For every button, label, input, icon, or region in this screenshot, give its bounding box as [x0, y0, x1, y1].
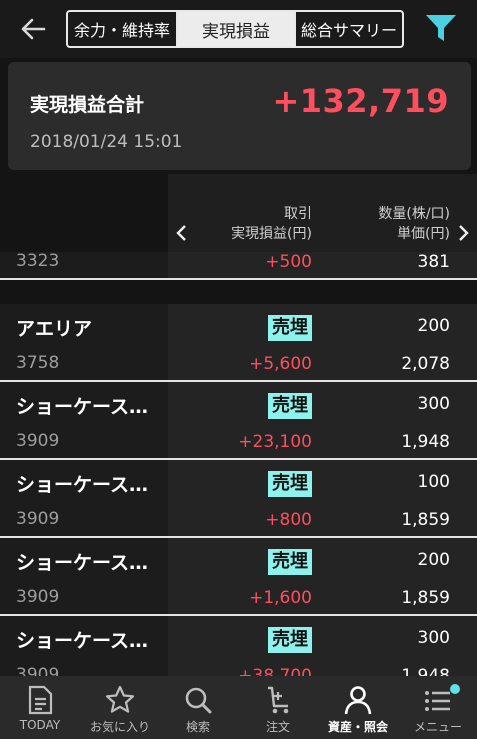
- unit-price: 1,948: [401, 666, 450, 676]
- summary-timestamp: 2018/01/24 15:01: [30, 132, 183, 152]
- realized-pl: +23,100: [238, 432, 312, 452]
- table-row[interactable]: 3323 +500 381: [0, 252, 477, 280]
- chevron-right-icon[interactable]: [455, 224, 471, 242]
- quantity: 100: [417, 472, 450, 492]
- table-row[interactable]: ショーケース… 3909 売埋 300 +38,700 1,948: [0, 616, 477, 676]
- nav-menu[interactable]: メニュー: [398, 676, 477, 739]
- unit-price: 2,078: [401, 354, 450, 374]
- realized-pl: +800: [265, 510, 312, 530]
- transaction-list: 3323 +500 381 アエリア 3758 売埋 200 +5,600 2,…: [0, 252, 477, 676]
- tab-margin-status[interactable]: 余力・維持率: [68, 12, 178, 46]
- nav-order[interactable]: 注文: [238, 676, 318, 739]
- cart-icon: [268, 686, 289, 714]
- nav-today[interactable]: TODAY: [0, 676, 80, 739]
- quantity: 300: [417, 394, 450, 414]
- summary-total-value: +132,719: [272, 82, 449, 120]
- column-header-qty-price: 数量(株/口) 単価(円): [378, 206, 450, 242]
- quantity: 300: [417, 628, 450, 648]
- nav-favorites[interactable]: お気に入り: [80, 676, 160, 739]
- realized-pl: +5,600: [249, 354, 312, 374]
- stock-code: 3909: [16, 509, 60, 529]
- filter-icon[interactable]: [424, 12, 458, 44]
- stock-name: ショーケース…: [16, 630, 149, 652]
- stock-code: 3909: [16, 665, 60, 676]
- table-row[interactable]: ショーケース… 3909 売埋 100 +800 1,859: [0, 460, 477, 538]
- quantity: 200: [417, 550, 450, 570]
- back-arrow-icon[interactable]: [18, 14, 48, 44]
- segment-control: 余力・維持率 実現損益 総合サマリー: [66, 10, 404, 48]
- stock-name: アエリア: [16, 318, 93, 340]
- top-bar: 余力・維持率 実現損益 総合サマリー: [0, 0, 477, 58]
- realized-pl-summary-card: 実現損益合計 +132,719 2018/01/24 15:01: [8, 62, 471, 170]
- tab-realized-pl[interactable]: 実現損益: [178, 12, 294, 46]
- star-icon: [105, 685, 135, 713]
- realized-pl: +500: [265, 252, 312, 272]
- stock-name: ショーケース…: [16, 552, 149, 574]
- quantity: 200: [417, 316, 450, 336]
- table-row[interactable]: アエリア 3758 売埋 200 +5,600 2,078: [0, 304, 477, 382]
- document-icon: [28, 685, 53, 715]
- trade-type-badge: 売埋: [268, 471, 312, 497]
- nav-assets[interactable]: 資産・照会: [318, 676, 398, 739]
- stock-code: 3909: [16, 587, 60, 607]
- stock-code: 3909: [16, 431, 60, 451]
- stock-code: 3323: [16, 252, 60, 271]
- trade-type-badge: 売埋: [268, 393, 312, 419]
- search-icon: [185, 687, 212, 714]
- stock-code: 3758: [16, 353, 60, 373]
- realized-pl: +1,600: [249, 588, 312, 608]
- chevron-left-icon[interactable]: [174, 224, 190, 242]
- person-icon: [344, 686, 372, 715]
- tab-summary[interactable]: 総合サマリー: [294, 12, 402, 46]
- unit-price: 381: [417, 252, 450, 272]
- trade-type-badge: 売埋: [268, 627, 312, 653]
- stock-name: ショーケース…: [16, 474, 149, 496]
- realized-pl: +38,700: [238, 666, 312, 676]
- unit-price: 1,859: [401, 510, 450, 530]
- notification-dot: [450, 684, 460, 694]
- trade-type-badge: 売埋: [268, 315, 312, 341]
- unit-price: 1,859: [401, 588, 450, 608]
- bottom-navigation: TODAY お気に入り 検索 注文 資産・照会 メニュー: [0, 676, 477, 739]
- unit-price: 1,948: [401, 432, 450, 452]
- nav-search[interactable]: 検索: [158, 676, 238, 739]
- stock-name: ショーケース…: [16, 396, 149, 418]
- summary-title: 実現損益合計: [30, 94, 145, 116]
- column-header-trade: 取引 実現損益(円): [231, 206, 312, 242]
- table-row[interactable]: ショーケース… 3909 売埋 300 +23,100 1,948: [0, 382, 477, 460]
- table-row[interactable]: ショーケース… 3909 売埋 200 +1,600 1,859: [0, 538, 477, 616]
- trade-type-badge: 売埋: [268, 549, 312, 575]
